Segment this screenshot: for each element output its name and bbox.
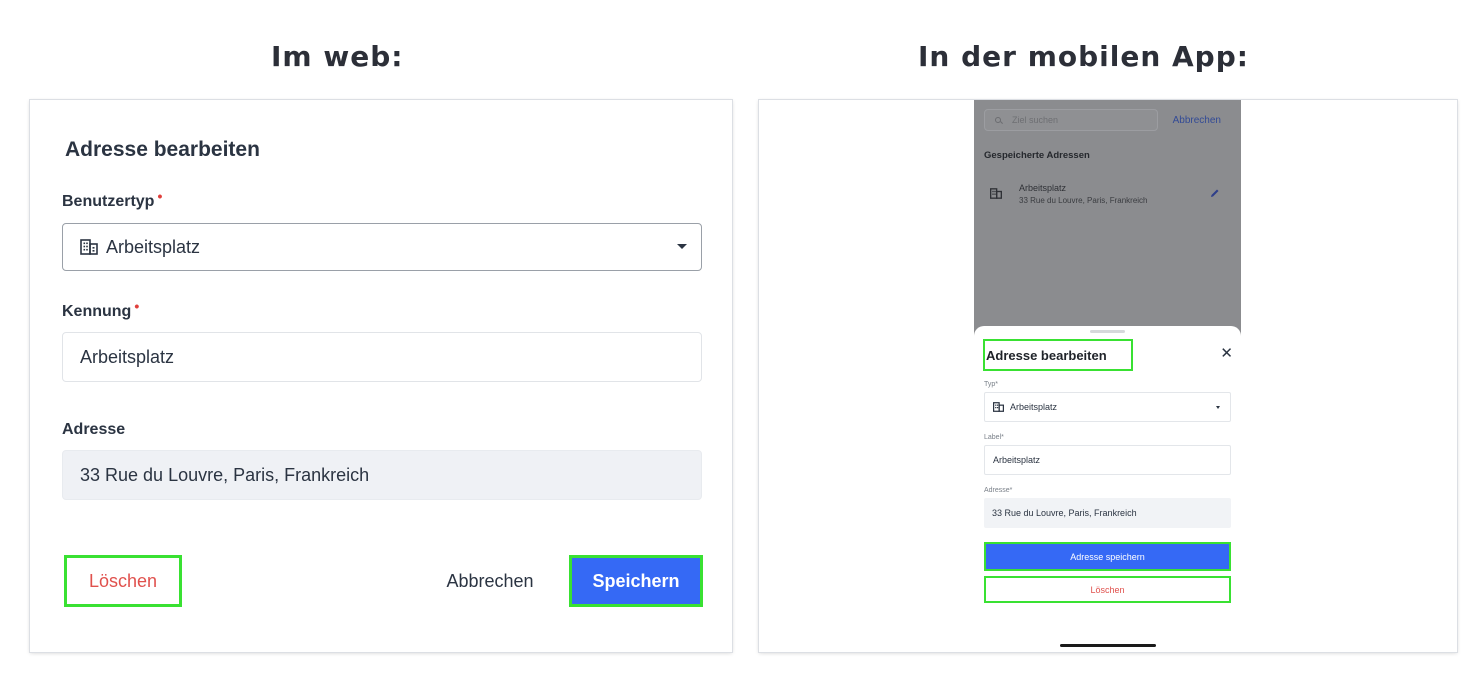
address-field: 33 Rue du Louvre, Paris, Frankreich xyxy=(62,450,702,500)
required-indicator: • xyxy=(134,298,140,314)
sheet-grabber[interactable] xyxy=(1090,330,1125,333)
delete-button[interactable]: Löschen xyxy=(64,555,182,607)
building-icon xyxy=(993,402,1004,412)
dialog-title: Adresse bearbeiten xyxy=(65,138,260,161)
cancel-button[interactable]: Abbrechen xyxy=(430,558,550,604)
phone-screen: Ziel suchen Abbrechen Gespeicherte Adres… xyxy=(974,100,1241,652)
chevron-down-icon xyxy=(1216,406,1220,409)
search-placeholder: Ziel suchen xyxy=(1012,115,1059,125)
address-label: Adresse xyxy=(62,421,126,438)
address-field: 33 Rue du Louvre, Paris, Frankreich xyxy=(984,498,1231,528)
building-icon xyxy=(80,239,98,255)
app-section-heading: In der mobilen App: xyxy=(918,40,1249,73)
label-label: Label* xyxy=(984,434,1004,441)
type-label: Typ* xyxy=(984,381,999,388)
web-section-heading: Im web: xyxy=(271,40,404,73)
edit-address-sheet: Adresse bearbeiten ✕ Typ* Arbeitsplatz L… xyxy=(974,326,1241,652)
type-label: Benutzertyp • xyxy=(62,188,162,211)
type-select-value: Arbeitsplatz xyxy=(1010,402,1058,412)
saved-address-line: 33 Rue du Louvre, Paris, Frankreich xyxy=(1019,196,1148,205)
sheet-title: Adresse bearbeiten xyxy=(983,339,1133,371)
type-select[interactable]: Arbeitsplatz xyxy=(984,392,1231,422)
search-icon xyxy=(995,117,1001,123)
mobile-app-screenshot: Ziel suchen Abbrechen Gespeicherte Adres… xyxy=(759,100,1457,652)
id-input[interactable]: Arbeitsplatz xyxy=(62,332,702,382)
id-label: Kennung • xyxy=(62,298,139,321)
pencil-icon[interactable] xyxy=(1210,188,1220,198)
search-cancel-link[interactable]: Abbrechen xyxy=(1173,115,1221,126)
required-indicator: • xyxy=(157,188,163,204)
chevron-down-icon xyxy=(677,244,687,249)
label-input[interactable]: Arbeitsplatz xyxy=(984,445,1231,475)
type-select-value: Arbeitsplatz xyxy=(106,236,201,257)
home-indicator xyxy=(1060,644,1156,647)
type-label-text: Benutzertyp xyxy=(62,193,155,210)
id-label-text: Kennung xyxy=(62,303,132,320)
saved-address-name[interactable]: Arbeitsplatz xyxy=(1019,183,1066,193)
save-button[interactable]: Speichern xyxy=(569,555,703,607)
web-edit-address-dialog: Adresse bearbeiten Benutzertyp • Arbeitsp… xyxy=(30,100,732,652)
close-icon[interactable]: ✕ xyxy=(1220,344,1233,362)
building-icon xyxy=(990,188,1002,199)
saved-addresses-heading: Gespeicherte Adressen xyxy=(984,150,1090,161)
delete-button[interactable]: Löschen xyxy=(984,576,1231,603)
address-label: Adresse* xyxy=(984,487,1013,494)
save-address-button[interactable]: Adresse speichern xyxy=(984,542,1231,571)
type-select[interactable]: Arbeitsplatz xyxy=(62,223,702,271)
search-input[interactable]: Ziel suchen xyxy=(984,109,1158,131)
